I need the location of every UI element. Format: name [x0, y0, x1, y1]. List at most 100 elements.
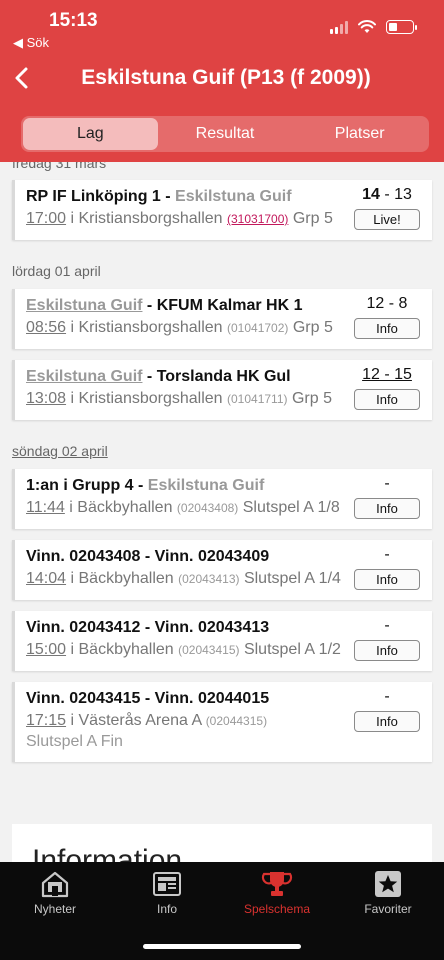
newspaper-icon — [153, 872, 181, 896]
date-heading: fredag 31 mars — [12, 162, 107, 171]
match-score: - — [384, 688, 390, 705]
team-separator: - — [142, 368, 157, 385]
team-separator: - — [133, 477, 148, 494]
match-details: 17:15 i Västerås Arena A (02044315) — [26, 712, 267, 730]
match-teams: RP IF Linköping 1 - Eskilstuna Guif — [26, 188, 292, 206]
page-title: Eskilstuna Guif (P13 (f 2009)) — [81, 66, 371, 89]
battery-icon — [386, 20, 417, 34]
match-time[interactable]: 14:04 — [26, 570, 66, 587]
match-teams: 1:an i Grupp 4 - Eskilstuna Guif — [26, 477, 264, 495]
match-card[interactable]: 1:an i Grupp 4 - Eskilstuna Guif 11:44 i… — [12, 469, 432, 529]
home-icon — [41, 871, 69, 898]
status-bar: 15:13 ◀ Sök — [0, 0, 444, 56]
home-indicator[interactable] — [143, 944, 301, 949]
match-venue: i Kristiansborgshallen — [66, 210, 228, 227]
match-code: (02043408) — [176, 501, 239, 515]
info-button[interactable]: Info — [354, 389, 420, 410]
tab-spelschema[interactable]: Spelschema — [227, 870, 327, 916]
team-separator: - — [160, 188, 176, 205]
match-score: - — [384, 546, 390, 563]
away-team: Eskilstuna Guif — [175, 188, 292, 205]
match-score: - — [384, 475, 390, 492]
match-card[interactable]: RP IF Linköping 1 - Eskilstuna Guif 17:0… — [12, 180, 432, 240]
match-code: (02043413) — [178, 572, 240, 586]
match-details: 17:00 i Kristiansborgshallen (31031700) … — [26, 210, 333, 228]
match-code: (01041711) — [227, 392, 288, 406]
match-group: Grp 5 — [287, 390, 332, 407]
match-group: Slutspel A 1/2 — [239, 641, 341, 658]
info-button[interactable]: Info — [354, 711, 420, 732]
trophy-icon — [261, 872, 293, 896]
score-home: 14 — [362, 186, 380, 203]
match-code: (02043415) — [178, 643, 240, 657]
away-team: KFUM Kalmar HK 1 — [156, 297, 303, 314]
match-group: Slutspel A 1/8 — [238, 499, 340, 516]
match-time[interactable]: 15:00 — [26, 641, 66, 658]
match-card[interactable]: Vinn. 02043412 - Vinn. 02043413 15:00 i … — [12, 611, 432, 671]
signal-icon — [330, 20, 348, 34]
match-group: Slutspel A Fin — [26, 733, 123, 750]
back-to-search-link[interactable]: ◀ Sök — [13, 35, 49, 51]
info-button[interactable]: Info — [354, 498, 420, 519]
nav-bar: Eskilstuna Guif (P13 (f 2009)) — [0, 56, 444, 100]
tab-favoriter[interactable]: Favoriter — [338, 870, 438, 916]
match-time[interactable]: 17:00 — [26, 210, 66, 227]
match-venue: i Kristiansborgshallen — [66, 319, 228, 336]
match-title: Vinn. 02043415 - Vinn. 02044015 — [26, 690, 270, 707]
match-time[interactable]: 17:15 — [26, 712, 66, 729]
info-button[interactable]: Info — [354, 640, 420, 661]
match-code: (02044315) — [205, 714, 268, 728]
match-code: (01041702) — [227, 321, 289, 335]
match-score: 12 - 15 — [362, 366, 412, 383]
status-icons — [330, 20, 417, 34]
info-button[interactable]: Info — [354, 569, 420, 590]
home-team: RP IF Linköping 1 — [26, 188, 161, 205]
star-icon — [375, 871, 401, 897]
match-venue: i Bäckbyhallen — [66, 570, 179, 587]
team-separator: - — [142, 297, 157, 314]
match-card[interactable]: Eskilstuna Guif - KFUM Kalmar HK 1 08:56… — [12, 289, 432, 349]
match-time[interactable]: 08:56 — [26, 319, 66, 336]
information-section: Information — [12, 824, 432, 862]
tab-nyheter[interactable]: Nyheter — [5, 870, 105, 916]
tab-platser[interactable]: Platser — [292, 118, 427, 150]
tab-resultat[interactable]: Resultat — [158, 118, 293, 150]
live-button[interactable]: Live! — [354, 209, 420, 230]
status-time: 15:13 — [49, 10, 98, 31]
segmented-control: Lag Resultat Platser — [21, 116, 429, 152]
match-time[interactable]: 13:08 — [26, 390, 66, 407]
match-venue: i Bäckbyhallen — [66, 641, 179, 658]
tab-label: Nyheter — [33, 902, 77, 916]
app-header: 15:13 ◀ Sök Eskilstuna Guif (P13 (f 2009… — [0, 0, 444, 162]
match-time[interactable]: 11:44 — [26, 499, 65, 516]
match-card[interactable]: Eskilstuna Guif - Torslanda HK Gul 13:08… — [12, 360, 432, 420]
date-heading: lördag 01 april — [12, 263, 101, 279]
date-heading: söndag 02 april — [12, 443, 108, 459]
tab-label: Favoriter — [364, 902, 412, 916]
match-teams: Eskilstuna Guif - Torslanda HK Gul — [26, 368, 291, 386]
match-group: Grp 5 — [288, 210, 333, 227]
match-score: 14 - 13 — [354, 186, 420, 204]
match-teams: Eskilstuna Guif - KFUM Kalmar HK 1 — [26, 297, 303, 315]
match-details: 14:04 i Bäckbyhallen (02043413) Slutspel… — [26, 570, 341, 588]
schedule-list[interactable]: fredag 31 mars RP IF Linköping 1 - Eskil… — [0, 162, 444, 862]
home-team: Eskilstuna Guif — [26, 368, 143, 385]
match-venue: i Kristiansborgshallen — [66, 390, 228, 407]
match-score: - — [384, 617, 390, 634]
match-details: 13:08 i Kristiansborgshallen (01041711) … — [26, 390, 332, 408]
match-venue: i Bäckbyhallen — [64, 499, 177, 516]
match-card[interactable]: Vinn. 02043408 - Vinn. 02043409 14:04 i … — [12, 540, 432, 600]
information-heading: Information — [32, 844, 183, 862]
home-team: 1:an i Grupp 4 — [26, 477, 134, 494]
away-team: Torslanda HK Gul — [156, 368, 291, 385]
match-details: 11:44 i Bäckbyhallen (02043408) Slutspel… — [26, 499, 340, 517]
tab-lag[interactable]: Lag — [23, 118, 158, 150]
match-code[interactable]: (31031700) — [227, 212, 288, 226]
info-button[interactable]: Info — [354, 318, 420, 339]
match-group: Slutspel A 1/4 — [239, 570, 341, 587]
match-card[interactable]: Vinn. 02043415 - Vinn. 02044015 17:15 i … — [12, 682, 432, 762]
match-venue: i Västerås Arena A — [66, 712, 206, 729]
wifi-icon — [358, 20, 376, 33]
tab-info[interactable]: Info — [117, 870, 217, 916]
home-team: Eskilstuna Guif — [26, 297, 143, 314]
